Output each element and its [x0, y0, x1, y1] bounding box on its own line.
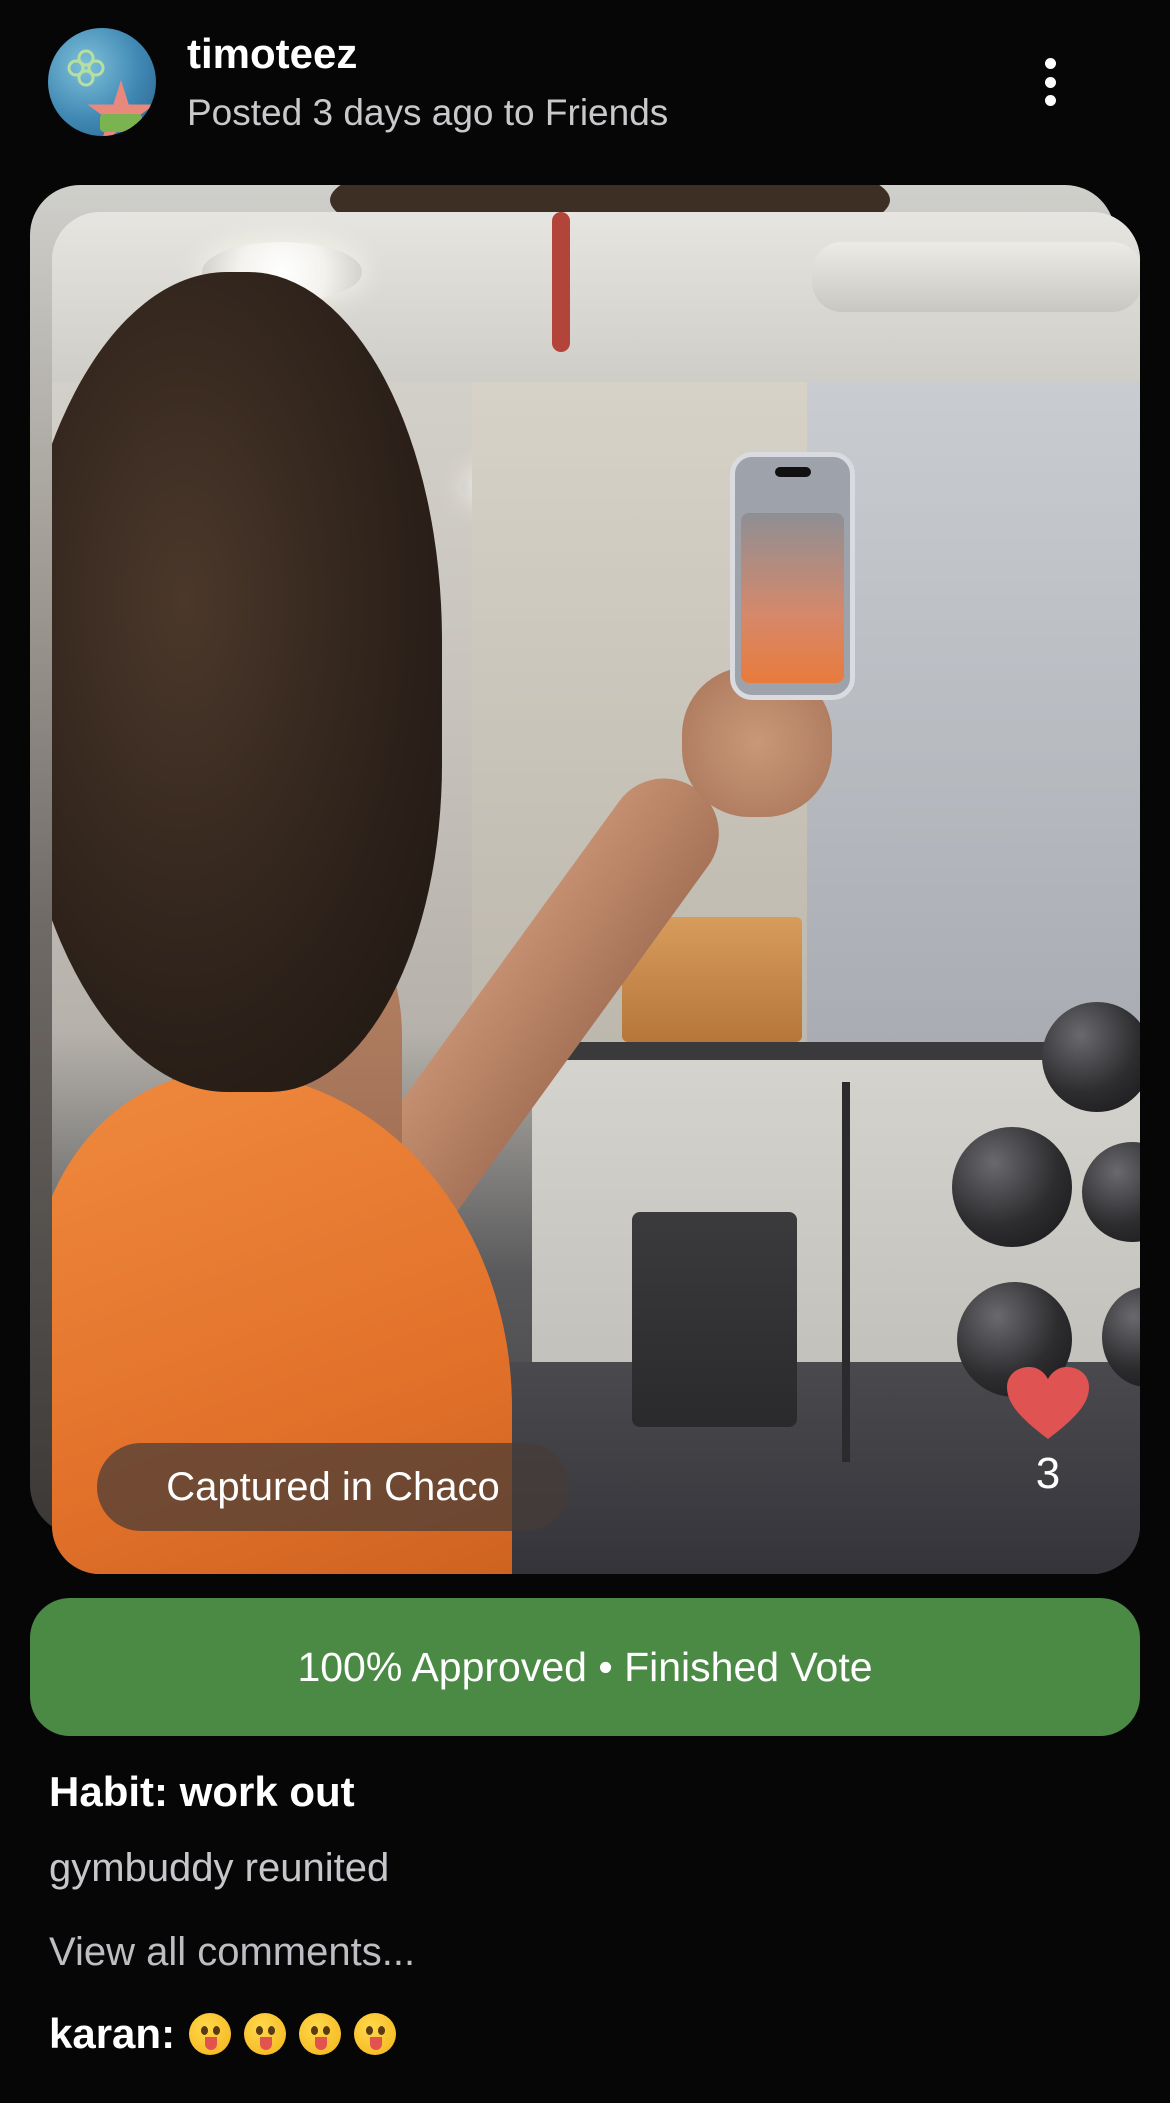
more-dot	[1044, 95, 1056, 106]
location-badge: Captured in Chaco	[97, 1443, 569, 1531]
medicine-ball	[952, 1127, 1072, 1247]
flower-icon	[67, 49, 105, 87]
photo-pipe	[552, 212, 570, 352]
photo-wall	[807, 382, 1140, 1042]
username[interactable]: timoteez	[187, 30, 357, 78]
more-dot	[1044, 58, 1056, 69]
heart-icon[interactable]	[1007, 1367, 1089, 1441]
photo-duct	[812, 242, 1140, 312]
tongue-out-emoji-icon	[244, 2013, 287, 2055]
phone-in-photo	[730, 452, 855, 700]
more-dot	[1044, 76, 1056, 88]
comment-author[interactable]: karan:	[49, 2010, 175, 2058]
view-all-comments-link[interactable]: View all comments...	[49, 1930, 415, 1975]
more-vertical-icon[interactable]	[1028, 52, 1072, 112]
post-card: timoteez Posted 3 days ago to Friends Ca…	[0, 0, 1170, 2103]
vote-status-bar[interactable]: 100% Approved • Finished Vote	[30, 1598, 1140, 1736]
like-button[interactable]: 3	[1006, 1367, 1090, 1507]
exercise-mat	[632, 1212, 797, 1427]
post-header: timoteez Posted 3 days ago to Friends	[0, 0, 1170, 170]
tongue-out-emoji-icon	[189, 2013, 232, 2055]
phone-screen	[741, 513, 844, 683]
comment-item: karan:	[49, 2010, 409, 2058]
main-photo[interactable]	[52, 212, 1140, 1574]
like-count: 3	[1035, 1449, 1061, 1498]
person-hair	[52, 272, 442, 1092]
avatar[interactable]	[48, 28, 156, 136]
phone-island	[775, 467, 811, 477]
post-meta: Posted 3 days ago to Friends	[187, 92, 669, 133]
tongue-out-emoji-icon	[299, 2013, 342, 2055]
habit-title: Habit: work out	[49, 1768, 355, 1815]
tongue-out-emoji-icon	[354, 2013, 397, 2055]
patrick-shorts	[100, 114, 142, 132]
post-caption: gymbuddy reunited	[49, 1846, 390, 1890]
